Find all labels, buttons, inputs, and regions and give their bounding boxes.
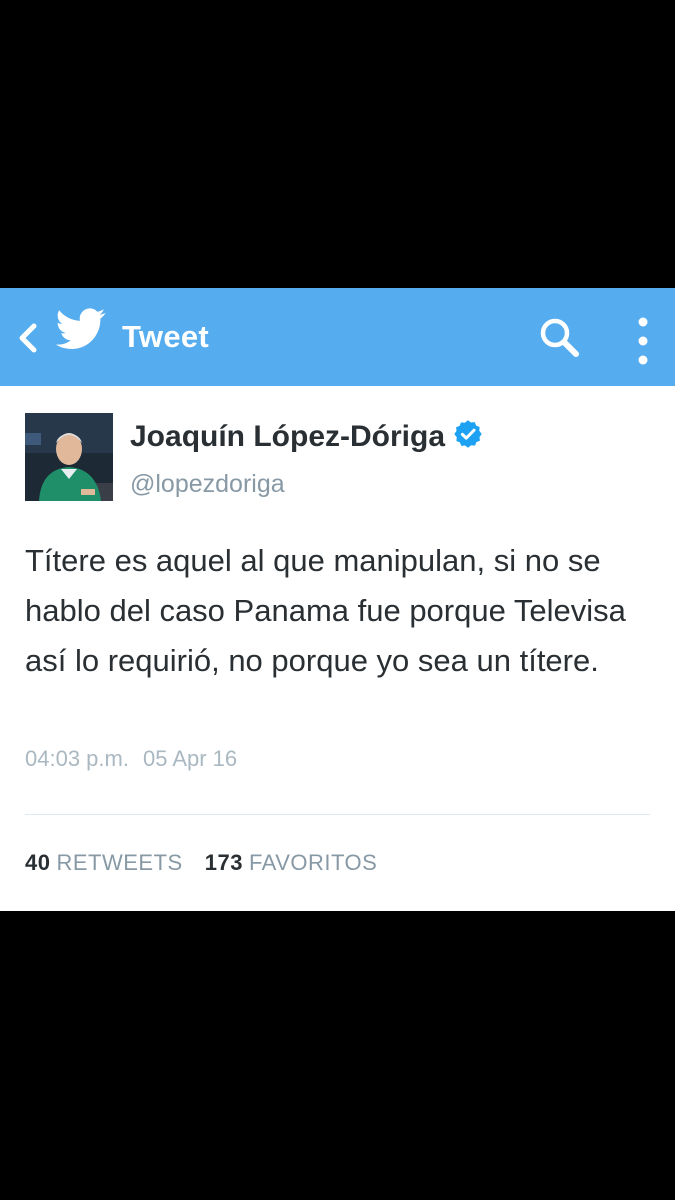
tweet-stats: 40 RETWEETS 173 FAVORITOS xyxy=(25,850,377,876)
retweets-stat[interactable]: 40 RETWEETS xyxy=(25,850,183,875)
twitter-bird-icon xyxy=(56,308,106,349)
tweet-card: Joaquín López-Dóriga @lopezdoriga Títere… xyxy=(0,386,675,911)
favorites-label: FAVORITOS xyxy=(248,850,378,875)
author-name[interactable]: Joaquín López-Dóriga xyxy=(130,419,483,454)
avatar[interactable] xyxy=(25,413,113,501)
tweet-text: Títere es aquel al que manipulan, si no … xyxy=(25,543,626,678)
favorites-count: 173 xyxy=(204,850,243,875)
favorites-stat[interactable]: 173 FAVORITOS xyxy=(205,850,378,875)
divider xyxy=(25,814,650,815)
retweets-count: 40 xyxy=(25,850,51,875)
author-name-text: Joaquín López-Dóriga xyxy=(130,420,445,453)
tweet-date: 05 Apr 16 xyxy=(142,746,238,771)
chevron-left-icon[interactable] xyxy=(12,318,44,358)
tweet-timestamp: 04:03 p.m. 05 Apr 16 xyxy=(25,746,237,772)
tweet-time: 04:03 p.m. xyxy=(25,746,129,771)
more-vertical-icon[interactable] xyxy=(628,314,658,368)
verified-badge-icon xyxy=(454,420,482,448)
retweets-label: RETWEETS xyxy=(56,850,183,875)
search-icon[interactable] xyxy=(538,316,582,360)
top-bar: Tweet xyxy=(0,288,675,386)
avatar-image xyxy=(25,413,113,501)
author-handle[interactable]: @lopezdoriga xyxy=(130,470,285,499)
page-title: Tweet xyxy=(122,319,210,354)
